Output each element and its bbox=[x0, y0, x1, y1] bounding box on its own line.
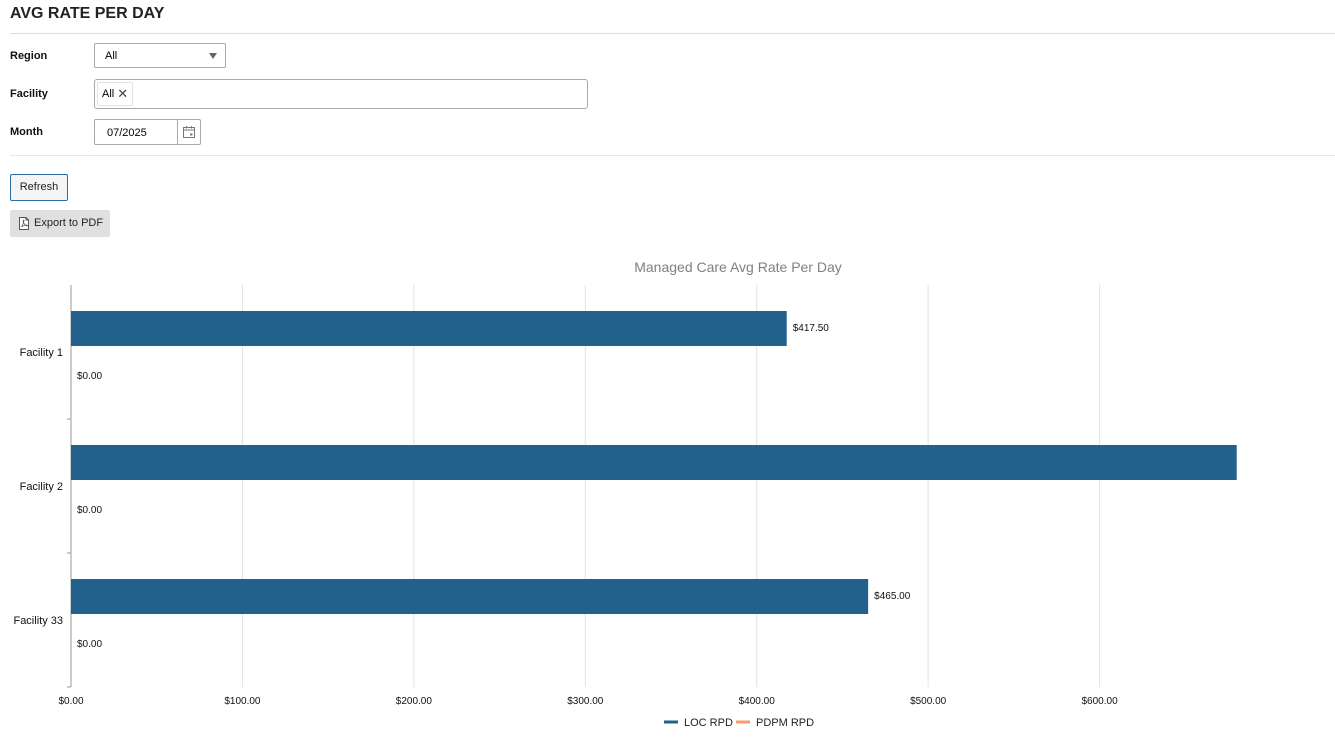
region-select[interactable]: All bbox=[94, 43, 226, 68]
bar-loc-rpd bbox=[71, 579, 869, 614]
bar-loc-rpd bbox=[71, 445, 1237, 480]
chevron-down-icon bbox=[209, 53, 217, 59]
month-datepicker[interactable]: 07/2025 bbox=[94, 119, 201, 145]
legend-label: PDPM RPD bbox=[756, 717, 814, 729]
month-label: Month bbox=[10, 126, 43, 138]
refresh-button[interactable]: Refresh bbox=[10, 174, 68, 201]
facility-label: Facility bbox=[10, 88, 48, 100]
facility-chip-label: All bbox=[102, 88, 115, 100]
facility-multiselect[interactable]: All ✕ bbox=[94, 79, 588, 109]
data-label: $0.00 bbox=[77, 639, 102, 650]
region-label: Region bbox=[10, 50, 48, 62]
export-pdf-label: Export to PDF bbox=[34, 217, 104, 229]
calendar-icon[interactable] bbox=[177, 120, 200, 144]
y-category-label: Facility 2 bbox=[20, 481, 63, 493]
y-category-label: Facility 1 bbox=[20, 347, 63, 359]
x-tick-label: $400.00 bbox=[739, 696, 776, 707]
chart-title: Managed Care Avg Rate Per Day bbox=[634, 259, 842, 275]
facility-chip: All ✕ bbox=[97, 82, 134, 106]
data-label: $0.00 bbox=[77, 371, 102, 382]
legend-label: LOC RPD bbox=[684, 717, 733, 729]
region-select-value: All bbox=[105, 50, 118, 62]
y-category-label: Facility 33 bbox=[13, 615, 63, 627]
filters-divider bbox=[10, 155, 1335, 156]
data-label: $0.00 bbox=[77, 505, 102, 516]
x-tick-label: $200.00 bbox=[396, 696, 433, 707]
x-tick-label: $0.00 bbox=[58, 696, 83, 707]
bar-loc-rpd bbox=[71, 311, 787, 346]
bar-chart: Managed Care Avg Rate Per Day $0.00 $100.0… bbox=[13, 259, 1237, 729]
x-tick-label: $100.00 bbox=[224, 696, 261, 707]
data-label: $465.00 bbox=[874, 591, 911, 602]
x-tick-label: $600.00 bbox=[1081, 696, 1118, 707]
title-divider bbox=[10, 33, 1335, 34]
close-icon[interactable]: ✕ bbox=[117, 83, 128, 105]
data-label: $417.50 bbox=[793, 323, 830, 334]
x-tick-label: $300.00 bbox=[567, 696, 604, 707]
month-input-value: 07/2025 bbox=[107, 127, 147, 139]
pdf-file-icon bbox=[18, 217, 30, 230]
page-title: AVG RATE PER DAY bbox=[10, 5, 165, 22]
export-pdf-button[interactable]: Export to PDF bbox=[10, 210, 110, 237]
x-tick-label: $500.00 bbox=[910, 696, 947, 707]
